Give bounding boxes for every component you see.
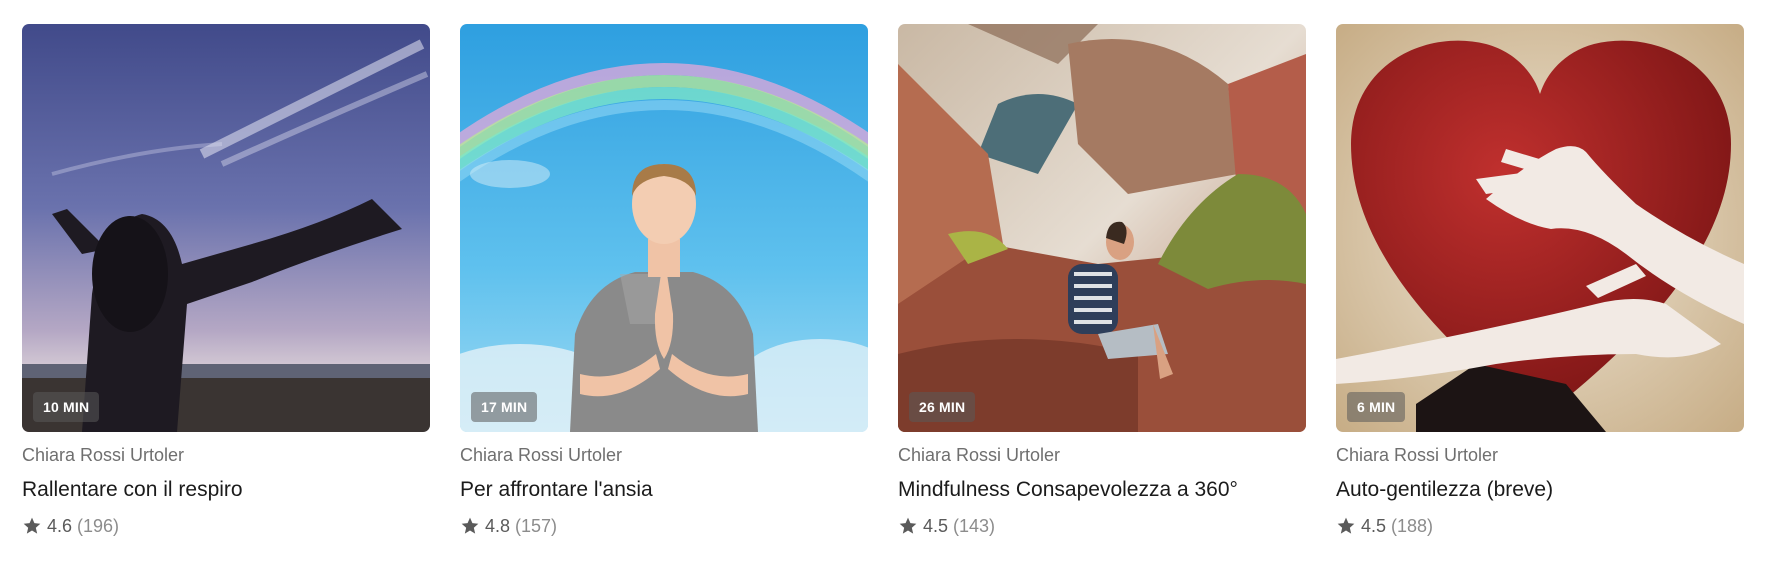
rating-score: 4.5 (923, 515, 949, 536)
star-icon (1336, 516, 1356, 536)
beach-sunset-image (22, 24, 430, 432)
course-grid: 10 MIN Chiara Rossi Urtoler Rallentare c… (22, 24, 1744, 538)
rating-score: 4.8 (485, 515, 511, 536)
course-rating: 4.8 (157) (460, 514, 868, 538)
heart-hug-image (1336, 24, 1744, 432)
course-author[interactable]: Chiara Rossi Urtoler (898, 445, 1306, 467)
course-author[interactable]: Chiara Rossi Urtoler (22, 445, 430, 467)
duration-badge: 26 MIN (909, 392, 976, 422)
star-icon (898, 516, 918, 536)
rating-count: (157) (515, 515, 558, 536)
star-icon (460, 516, 480, 536)
duration-badge: 17 MIN (471, 392, 538, 422)
course-title[interactable]: Auto-gentilezza (breve) (1336, 478, 1744, 504)
course-title[interactable]: Per affrontare l'ansia (460, 478, 868, 504)
course-rating: 4.5 (143) (898, 514, 1306, 538)
rating-score: 4.6 (47, 515, 73, 536)
course-thumbnail[interactable]: 26 MIN (898, 24, 1306, 432)
course-thumbnail[interactable]: 10 MIN (22, 24, 430, 432)
course-thumbnail[interactable]: 6 MIN (1336, 24, 1744, 432)
course-title[interactable]: Mindfulness Consapevolezza a 360° (898, 478, 1306, 504)
course-card[interactable]: 26 MIN Chiara Rossi Urtoler Mindfulness … (898, 24, 1306, 538)
course-rating: 4.5 (188) (1336, 514, 1744, 538)
rating-score: 4.5 (1361, 515, 1387, 536)
rating-count: (143) (953, 515, 996, 536)
course-card[interactable]: 17 MIN Chiara Rossi Urtoler Per affronta… (460, 24, 868, 538)
duration-badge: 10 MIN (33, 392, 100, 422)
canyon-rocks-image (898, 24, 1306, 432)
course-card[interactable]: 10 MIN Chiara Rossi Urtoler Rallentare c… (22, 24, 430, 538)
course-card[interactable]: 6 MIN Chiara Rossi Urtoler Auto-gentilez… (1336, 24, 1744, 538)
rainbow-meditation-image (460, 24, 868, 432)
course-thumbnail[interactable]: 17 MIN (460, 24, 868, 432)
course-author[interactable]: Chiara Rossi Urtoler (460, 445, 868, 467)
course-author[interactable]: Chiara Rossi Urtoler (1336, 445, 1744, 467)
star-icon (22, 516, 42, 536)
rating-count: (196) (77, 515, 120, 536)
rating-count: (188) (1391, 515, 1434, 536)
course-rating: 4.6 (196) (22, 514, 430, 538)
course-title[interactable]: Rallentare con il respiro (22, 478, 430, 504)
duration-badge: 6 MIN (1347, 392, 1406, 422)
